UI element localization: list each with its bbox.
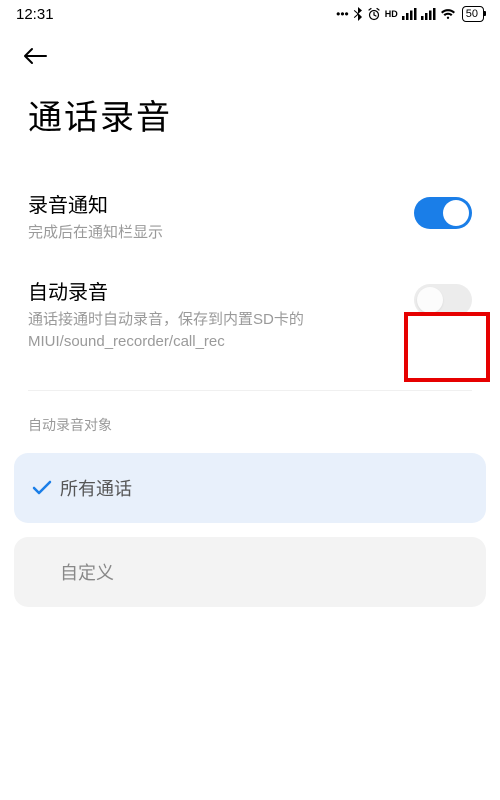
setting-desc: 完成后在通知栏显示: [28, 222, 398, 244]
divider: [28, 390, 472, 391]
back-button[interactable]: [22, 46, 50, 66]
setting-label: 录音通知: [28, 189, 398, 218]
alarm-icon: [367, 7, 381, 21]
hd-label: HD: [385, 9, 398, 19]
option-label: 自定义: [60, 559, 114, 585]
wifi-icon: [440, 8, 456, 20]
check-icon: [32, 480, 60, 496]
toggle-recording-notification[interactable]: [414, 197, 472, 229]
setting-label: 自动录音: [28, 276, 398, 305]
setting-desc: 通话接通时自动录音，保存到内置SD卡的MIUI/sound_recorder/c…: [28, 309, 398, 353]
option-custom[interactable]: 自定义: [14, 537, 486, 607]
signal-icon: [402, 8, 417, 20]
status-icons: ••• HD 50: [336, 6, 484, 22]
option-label: 所有通话: [60, 475, 132, 501]
status-time: 12:31: [16, 6, 54, 23]
page-title: 通话录音: [28, 90, 472, 139]
more-icon: •••: [336, 7, 349, 21]
signal-icon-2: [421, 8, 436, 20]
toggle-auto-record[interactable]: [414, 284, 472, 316]
setting-recording-notification: 录音通知 完成后在通知栏显示: [0, 173, 500, 260]
status-bar: 12:31 ••• HD 50: [0, 0, 500, 28]
battery-indicator: 50: [462, 6, 484, 22]
setting-auto-record: 自动录音 通话接通时自动录音，保存到内置SD卡的MIUI/sound_recor…: [0, 260, 500, 369]
option-all-calls[interactable]: 所有通话: [14, 453, 486, 523]
section-header-auto-record-target: 自动录音对象: [0, 409, 500, 453]
bluetooth-icon: [353, 7, 363, 21]
